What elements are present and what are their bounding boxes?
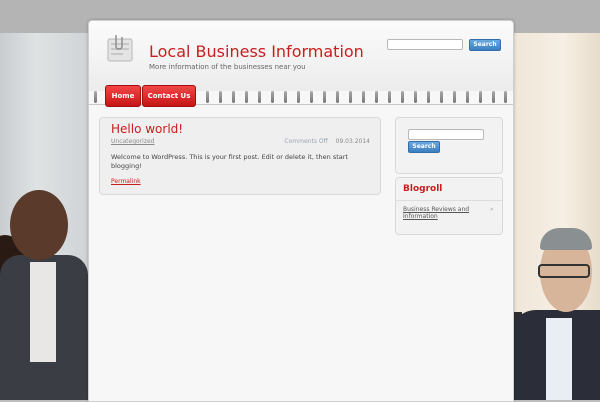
site-description: More information of the businesses near … bbox=[149, 63, 306, 71]
nav-contact-us[interactable]: Contact Us bbox=[142, 85, 196, 107]
header-search-input[interactable] bbox=[387, 39, 463, 50]
divider bbox=[396, 200, 502, 201]
post-category-link[interactable]: Uncategorized bbox=[111, 138, 154, 145]
site-title[interactable]: Local Business Information bbox=[149, 42, 364, 61]
post-title[interactable]: Hello world! bbox=[111, 122, 183, 136]
paper-clip-note-icon bbox=[107, 35, 133, 62]
page-container: Local Business Information More informat… bbox=[88, 20, 514, 402]
post-date: 09.03.2014 bbox=[335, 138, 370, 145]
sidebar-search-widget: Search bbox=[395, 117, 503, 174]
sidebar-search-input[interactable] bbox=[408, 129, 484, 140]
post-meta: Comments Off 09.03.2014 bbox=[284, 138, 370, 145]
nav-home[interactable]: Home bbox=[105, 85, 141, 107]
site-header: Local Business Information More informat… bbox=[89, 21, 513, 91]
sidebar-search-button[interactable]: Search bbox=[408, 141, 440, 153]
main-navigation: Home Contact Us bbox=[89, 85, 513, 107]
header-search-button[interactable]: Search bbox=[469, 39, 501, 51]
blogroll-link[interactable]: Business Reviews and Information bbox=[403, 206, 477, 220]
arrow-icon: » bbox=[490, 206, 494, 213]
post-card: Hello world! Uncategorized Comments Off … bbox=[99, 117, 381, 195]
post-permalink[interactable]: Permalink bbox=[111, 178, 141, 185]
post-body: Welcome to WordPress. This is your first… bbox=[111, 153, 348, 170]
post-comments-status: Comments Off bbox=[284, 138, 328, 145]
blogroll-title: Blogroll bbox=[403, 184, 443, 194]
blogroll-widget: Blogroll Business Reviews and Informatio… bbox=[395, 177, 503, 235]
